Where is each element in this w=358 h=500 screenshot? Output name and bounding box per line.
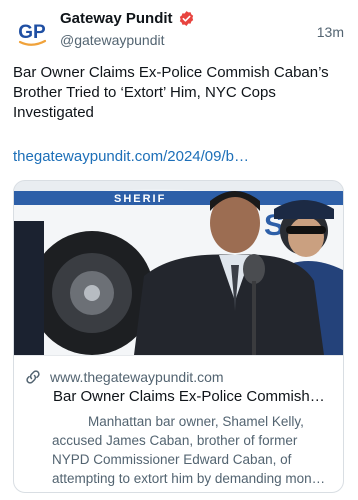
card-description: Manhattan bar owner, Shamel Kelly, accus… xyxy=(52,414,326,486)
link-icon xyxy=(24,368,42,386)
card-meta: www.thegatewaypundit.com Bar Owner Claim… xyxy=(14,355,343,492)
card-image[interactable]: SHERIF SH xyxy=(14,181,343,355)
post-text: Bar Owner Claims Ex-Police Commish Caban… xyxy=(13,64,329,121)
gateway-pundit-logo-icon: GP xyxy=(18,22,47,46)
avatar[interactable]: GP xyxy=(12,14,52,54)
timestamp[interactable]: 13m xyxy=(317,24,344,40)
card-domain: www.thegatewaypundit.com xyxy=(50,369,224,385)
post-link[interactable]: thegatewaypundit.com/2024/09/b… xyxy=(13,147,349,167)
link-preview-card[interactable]: SHERIF SH xyxy=(13,180,344,493)
van-text: SHERIF xyxy=(114,193,166,205)
verified-badge-icon xyxy=(178,10,195,27)
card-title[interactable]: Bar Owner Claims Ex-Police Commish… xyxy=(53,388,335,405)
post-header: GP Gateway Pundit @gatewaypundit 13m xyxy=(0,0,358,60)
name-row: Gateway Pundit xyxy=(60,10,195,27)
display-name[interactable]: Gateway Pundit xyxy=(60,10,173,27)
domain-row: www.thegatewaypundit.com xyxy=(24,368,224,386)
avatar-text: GP xyxy=(18,22,46,43)
handle[interactable]: @gatewaypundit xyxy=(60,32,165,48)
